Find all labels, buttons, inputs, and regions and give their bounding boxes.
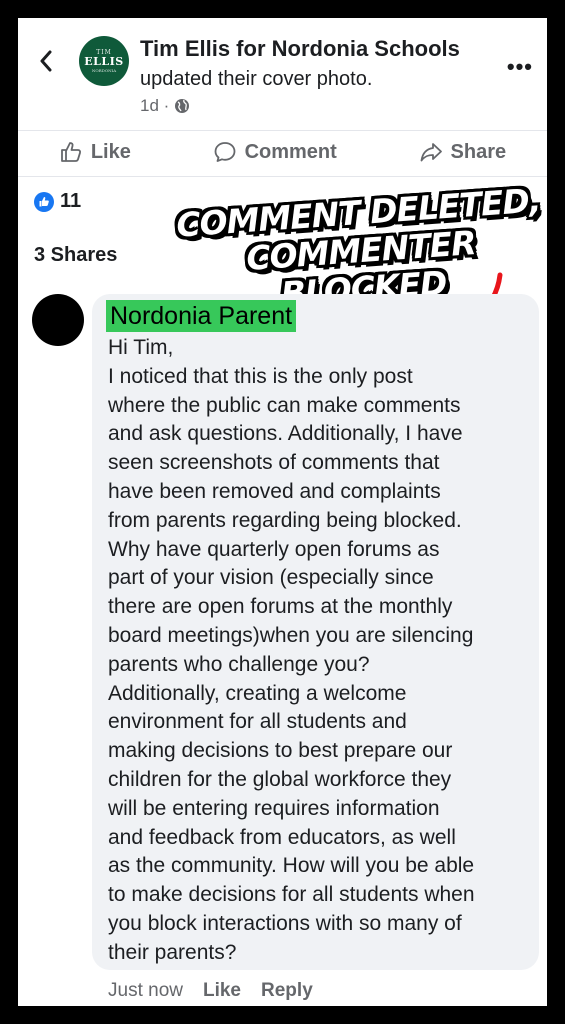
divider (18, 176, 547, 177)
post-header: TIM ELLIS NORDONIA Tim Ellis for Nordoni… (18, 18, 547, 130)
post-action-text: updated their cover photo. (140, 68, 373, 90)
like-count: 11 (60, 190, 82, 212)
globe-icon (175, 99, 190, 113)
post-screenshot: TIM ELLIS NORDONIA Tim Ellis for Nordoni… (18, 18, 547, 1006)
share-button[interactable]: Share (419, 140, 507, 164)
share-label: Share (450, 140, 507, 163)
comment-text: Hi Tim, I noticed that this is the only … (108, 336, 475, 964)
like-reaction-icon (34, 191, 54, 212)
post-meta: 1d · (140, 96, 190, 116)
comment-reply-button[interactable]: Reply (261, 980, 313, 1002)
divider (18, 130, 547, 131)
comment-button[interactable]: Comment (213, 140, 337, 164)
like-label: Like (90, 140, 131, 163)
commenter-name[interactable]: Nordonia Parent (106, 300, 297, 332)
chevron-left-icon[interactable] (34, 48, 58, 74)
logo-text: ELLIS (84, 54, 124, 68)
share-arrow-icon (420, 143, 442, 162)
page-avatar[interactable]: TIM ELLIS NORDONIA (79, 36, 129, 86)
page-name[interactable]: Tim Ellis for Nordonia Schools (140, 36, 460, 62)
like-button[interactable]: Like (59, 140, 131, 164)
reaction-count[interactable]: 11 (34, 190, 81, 213)
commenter-avatar[interactable] (32, 294, 84, 346)
more-options-icon[interactable]: ••• (507, 54, 533, 80)
post-actions-bar: Like Comment Share (18, 132, 547, 172)
comment-label: Comment (244, 140, 337, 163)
comment-like-button[interactable]: Like (203, 980, 241, 1002)
comment-meta: Just now Like Reply (108, 980, 313, 1002)
comment-time[interactable]: Just now (108, 980, 183, 1002)
share-count[interactable]: 3 Shares (34, 244, 117, 267)
speech-bubble-icon (214, 142, 235, 162)
post-time[interactable]: 1d · (140, 96, 169, 116)
thumbs-up-icon (60, 142, 81, 162)
comment-bubble: Nordonia Parent Hi Tim, I noticed that t… (92, 294, 539, 970)
